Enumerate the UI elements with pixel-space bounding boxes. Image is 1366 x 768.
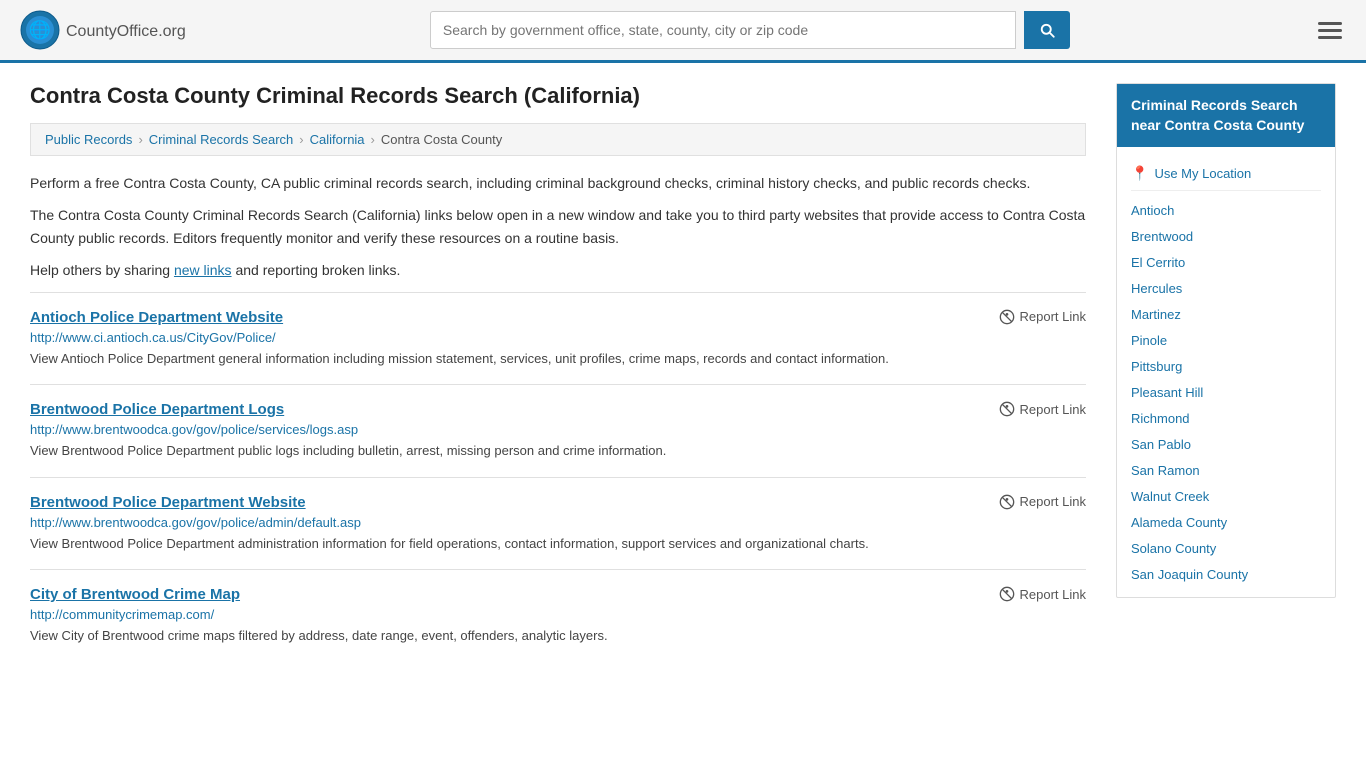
result-item: City of Brentwood Crime Map Report Link …: [30, 569, 1086, 662]
result-url-2[interactable]: http://www.brentwoodca.gov/gov/police/ad…: [30, 515, 1086, 530]
main-container: Contra Costa County Criminal Records Sea…: [0, 63, 1366, 682]
sidebar-link-item: Pinole: [1131, 327, 1321, 353]
location-icon: 📍: [1131, 165, 1148, 182]
sidebar-link-6[interactable]: Pittsburg: [1131, 359, 1182, 374]
use-location[interactable]: 📍 Use My Location: [1131, 157, 1321, 191]
sidebar-link-item: Brentwood: [1131, 223, 1321, 249]
result-url-0[interactable]: http://www.ci.antioch.ca.us/CityGov/Poli…: [30, 330, 1086, 345]
use-location-link[interactable]: Use My Location: [1154, 166, 1251, 181]
sidebar-link-item: Alameda County: [1131, 509, 1321, 535]
description-1: Perform a free Contra Costa County, CA p…: [30, 172, 1086, 194]
description-3-suffix: and reporting broken links.: [232, 262, 401, 278]
site-header: 🌐 CountyOffice.org: [0, 0, 1366, 63]
content-area: Contra Costa County Criminal Records Sea…: [30, 83, 1086, 662]
menu-line-3: [1318, 36, 1342, 39]
report-link-0[interactable]: Report Link: [999, 309, 1086, 325]
sidebar-link-9[interactable]: San Pablo: [1131, 437, 1191, 452]
breadcrumb-current: Contra Costa County: [381, 132, 502, 147]
breadcrumb-sep-2: ›: [299, 132, 303, 147]
sidebar-link-item: San Pablo: [1131, 431, 1321, 457]
description-2: The Contra Costa County Criminal Records…: [30, 204, 1086, 249]
result-url-1[interactable]: http://www.brentwoodca.gov/gov/police/se…: [30, 422, 1086, 437]
sidebar-link-item: Antioch: [1131, 197, 1321, 223]
sidebar-link-item: Pleasant Hill: [1131, 379, 1321, 405]
sidebar-link-item: El Cerrito: [1131, 249, 1321, 275]
sidebar-link-14[interactable]: San Joaquin County: [1131, 567, 1248, 582]
logo-icon: 🌐: [20, 10, 60, 50]
result-header-3: City of Brentwood Crime Map Report Link: [30, 586, 1086, 603]
result-item: Antioch Police Department Website Report…: [30, 292, 1086, 385]
menu-line-1: [1318, 22, 1342, 25]
breadcrumb-public-records[interactable]: Public Records: [45, 132, 132, 147]
result-desc-3: View City of Brentwood crime maps filter…: [30, 626, 1086, 646]
description-3: Help others by sharing new links and rep…: [30, 259, 1086, 281]
search-icon: [1038, 21, 1056, 39]
description-3-prefix: Help others by sharing: [30, 262, 174, 278]
breadcrumb-sep-1: ›: [138, 132, 142, 147]
sidebar-title: Criminal Records Search near Contra Cost…: [1117, 84, 1335, 147]
report-link-1[interactable]: Report Link: [999, 401, 1086, 417]
result-title-2[interactable]: Brentwood Police Department Website: [30, 494, 306, 511]
report-icon-2: [999, 494, 1015, 510]
result-title-3[interactable]: City of Brentwood Crime Map: [30, 586, 240, 603]
result-desc-2: View Brentwood Police Department adminis…: [30, 534, 1086, 554]
sidebar-link-item: Walnut Creek: [1131, 483, 1321, 509]
breadcrumb-criminal-records[interactable]: Criminal Records Search: [149, 132, 294, 147]
report-icon-0: [999, 309, 1015, 325]
sidebar-body: 📍 Use My Location Antioch Brentwood El Cer…: [1117, 147, 1335, 597]
result-title-1[interactable]: Brentwood Police Department Logs: [30, 401, 284, 418]
report-link-3[interactable]: Report Link: [999, 586, 1086, 602]
report-icon-3: [999, 586, 1015, 602]
svg-text:🌐: 🌐: [29, 19, 51, 40]
search-input[interactable]: [430, 11, 1016, 49]
result-url-3[interactable]: http://communitycrimemap.com/: [30, 607, 1086, 622]
sidebar-link-11[interactable]: Walnut Creek: [1131, 489, 1209, 504]
menu-button[interactable]: [1314, 18, 1346, 43]
sidebar-link-item: San Joaquin County: [1131, 561, 1321, 587]
sidebar-link-4[interactable]: Martinez: [1131, 307, 1181, 322]
results-list: Antioch Police Department Website Report…: [30, 292, 1086, 662]
logo[interactable]: 🌐 CountyOffice.org: [20, 10, 186, 50]
result-header-2: Brentwood Police Department Website Repo…: [30, 494, 1086, 511]
result-item: Brentwood Police Department Logs Report …: [30, 384, 1086, 477]
sidebar-link-3[interactable]: Hercules: [1131, 281, 1182, 296]
breadcrumb: Public Records › Criminal Records Search…: [30, 123, 1086, 156]
sidebar-link-2[interactable]: El Cerrito: [1131, 255, 1185, 270]
sidebar-link-7[interactable]: Pleasant Hill: [1131, 385, 1203, 400]
sidebar-link-12[interactable]: Alameda County: [1131, 515, 1227, 530]
sidebar-link-8[interactable]: Richmond: [1131, 411, 1190, 426]
logo-text: CountyOffice.org: [66, 19, 186, 42]
sidebar-link-0[interactable]: Antioch: [1131, 203, 1174, 218]
search-button[interactable]: [1024, 11, 1070, 49]
sidebar-link-10[interactable]: San Ramon: [1131, 463, 1200, 478]
result-title-0[interactable]: Antioch Police Department Website: [30, 309, 283, 326]
sidebar-link-item: Martinez: [1131, 301, 1321, 327]
sidebar-link-1[interactable]: Brentwood: [1131, 229, 1193, 244]
breadcrumb-california[interactable]: California: [310, 132, 365, 147]
result-item: Brentwood Police Department Website Repo…: [30, 477, 1086, 570]
sidebar-link-item: Richmond: [1131, 405, 1321, 431]
result-header-0: Antioch Police Department Website Report…: [30, 309, 1086, 326]
sidebar-box: Criminal Records Search near Contra Cost…: [1116, 83, 1336, 598]
sidebar-link-13[interactable]: Solano County: [1131, 541, 1216, 556]
search-area: [430, 11, 1070, 49]
sidebar-links-list: Antioch Brentwood El Cerrito Hercules Martin…: [1131, 197, 1321, 587]
menu-line-2: [1318, 29, 1342, 32]
sidebar-link-item: San Ramon: [1131, 457, 1321, 483]
breadcrumb-sep-3: ›: [371, 132, 375, 147]
sidebar: Criminal Records Search near Contra Cost…: [1116, 83, 1336, 662]
page-title: Contra Costa County Criminal Records Sea…: [30, 83, 1086, 109]
result-header-1: Brentwood Police Department Logs Report …: [30, 401, 1086, 418]
result-desc-1: View Brentwood Police Department public …: [30, 441, 1086, 461]
sidebar-link-item: Solano County: [1131, 535, 1321, 561]
sidebar-link-item: Pittsburg: [1131, 353, 1321, 379]
sidebar-link-5[interactable]: Pinole: [1131, 333, 1167, 348]
new-links-link[interactable]: new links: [174, 262, 232, 278]
sidebar-link-item: Hercules: [1131, 275, 1321, 301]
result-desc-0: View Antioch Police Department general i…: [30, 349, 1086, 369]
report-link-2[interactable]: Report Link: [999, 494, 1086, 510]
report-icon-1: [999, 401, 1015, 417]
